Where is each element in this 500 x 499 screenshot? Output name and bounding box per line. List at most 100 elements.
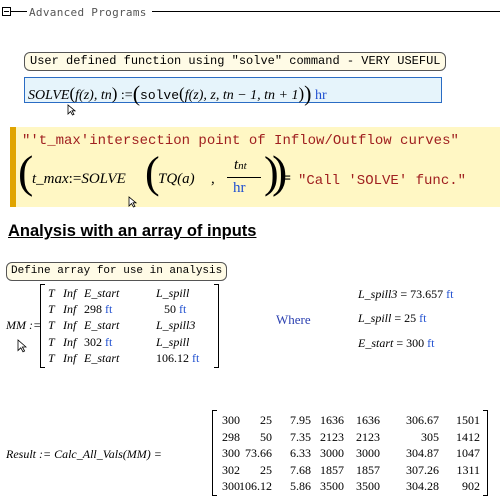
mm-cell-r0-c4-value: L_spill <box>156 286 190 300</box>
result-cell: 25 <box>260 462 272 477</box>
definitions-list[interactable]: L_spill3 = 73.657 ft L_spill = 25 ft E_sta… <box>358 285 500 355</box>
definition-2[interactable]: E_start = 300 ft <box>358 336 434 351</box>
result-cell: 25 <box>260 413 272 427</box>
result-cell: 1047 <box>456 446 480 461</box>
mouse-cursor-icon <box>17 339 27 353</box>
mm-cell-r1-c1-value: T <box>48 302 55 317</box>
solve-def-name: SOLVE <box>28 88 70 103</box>
mm-cell-r1-c4-value: 50 <box>164 302 176 317</box>
mm-cell-r4-c3: E_start <box>84 351 119 366</box>
region-collapse-toggle[interactable] <box>2 7 11 16</box>
tmax-frac-den: hr <box>233 180 246 196</box>
def-unit: ft <box>424 336 435 350</box>
mm-cell-r2-c1-value: T <box>48 318 55 333</box>
tmax-frac-num-sub: nt <box>238 160 247 172</box>
mm-cell-r1-c2-value: Inf <box>63 302 77 317</box>
result-cell: 300 <box>222 413 240 427</box>
result-cell: 106.12 <box>239 479 272 494</box>
result-cell: 2123 <box>356 429 380 444</box>
result-cell: 1636 <box>356 413 380 427</box>
result-cell: 6.33 <box>290 446 311 461</box>
result-cell: 3000 <box>320 446 344 461</box>
mm-cell-r3-c2-value: Inf <box>63 334 77 349</box>
result-cell: 305 <box>421 429 439 444</box>
mm-cell-r4-c1-value: T <box>48 350 55 365</box>
result-cell: 300 <box>222 479 240 494</box>
mm-cell-r4-c4-unit: ft <box>189 350 200 365</box>
def-value: 73.657 <box>410 287 444 301</box>
result-cell: 1412 <box>456 429 480 444</box>
mm-label: MM := <box>6 318 42 332</box>
mm-cell-r3-c4: L_spill <box>156 335 189 350</box>
mm-cell-r2-c1: T <box>48 318 55 333</box>
def-equals: = <box>391 311 405 325</box>
mm-cell-r3-c1-value: T <box>48 334 55 349</box>
mm-cell-r1-c1: T <box>48 302 55 317</box>
result-cell: 50 <box>260 429 272 444</box>
tmax-equals: = <box>282 170 292 187</box>
mm-cell-r1-c3-unit: ft <box>102 302 113 317</box>
mouse-cursor-icon <box>67 104 76 116</box>
mm-cell-r3-c1: T <box>48 335 55 350</box>
solve-def-assign: := <box>120 88 133 103</box>
mm-cell-r2-c4-value: L_spill3 <box>156 318 196 333</box>
result-cell: 304.28 <box>406 479 439 494</box>
solve-definition[interactable]: SOLVE(f(z), tn) :=(solve(f(z), z, tn − 1… <box>24 77 442 106</box>
def-unit: ft <box>443 287 454 301</box>
tmax-comment: "'t_max'intersection point of Inflow/Out… <box>22 133 459 149</box>
mm-cell-r3-c3: 302 ft <box>84 335 112 350</box>
result-cell: 304.87 <box>406 446 439 461</box>
definition-1[interactable]: L_spill = 25 ft <box>358 311 426 326</box>
result-cell: 902 <box>462 479 480 494</box>
mm-cell-r4-c2-value: Inf <box>63 350 77 365</box>
mm-cell-r1-c4: 50 ft <box>164 302 186 317</box>
mm-matrix[interactable]: T Inf E_start L_spill T Inf 298 ft 50 ft T Inf E_s… <box>46 285 214 367</box>
mm-cell-r0-c1-value: T <box>48 286 55 300</box>
result-label: Result := Calc_All_Vals(MM) = <box>6 447 162 461</box>
solve-def-unit: hr <box>315 88 327 103</box>
mm-cell-r0-c2-value: Inf <box>63 286 77 300</box>
mm-cell-r2-c3-value: E_start <box>84 318 120 333</box>
solve-def-args: f(z), tn <box>75 88 112 103</box>
mouse-cursor-icon <box>128 196 137 208</box>
solve-def-fn-args: f(z), z, tn − 1, tn + 1 <box>184 88 299 103</box>
definition-0[interactable]: L_spill3 = 73.657 ft <box>358 287 453 302</box>
result-cell: 298 <box>222 429 240 444</box>
region-title[interactable]: Advanced Programs <box>29 6 147 19</box>
tmax-var: t_max <box>32 171 69 187</box>
mm-cell-r1-c2: Inf <box>63 302 76 317</box>
define-array-note[interactable]: Define array for use in analysis <box>6 262 228 281</box>
result-cell: 1857 <box>320 462 344 477</box>
region-divider-left <box>11 11 27 12</box>
mm-cell-r0-c3: E_start <box>84 286 119 301</box>
tmax-block[interactable]: "'t_max'intersection point of Inflow/Out… <box>10 127 500 208</box>
mm-cell-r1-c3-value: 298 <box>84 302 102 317</box>
result-cell: 7.35 <box>290 429 311 444</box>
mm-cell-r0-c4: L_spill <box>156 286 189 301</box>
result-cell: 7.95 <box>290 413 311 427</box>
where-label: Where <box>276 312 311 327</box>
result-cell: 1311 <box>456 462 480 477</box>
result-cell: 5.86 <box>290 479 311 494</box>
solve-def-fn: solve <box>140 88 180 103</box>
mm-cell-r3-c3-value: 302 <box>84 334 102 349</box>
result-matrix[interactable]: 300 25 7.95 1636 1636 306.67 1501 298 50 7.35 2123… <box>216 410 484 496</box>
def-value: 300 <box>406 336 425 350</box>
result-cell: 1857 <box>356 462 380 477</box>
mm-cell-r0-c1: T <box>48 286 55 301</box>
def-name: E_start <box>358 336 394 350</box>
def-equals: = <box>393 336 407 350</box>
result-cell: 3500 <box>320 479 344 494</box>
mm-cell-r3-c2: Inf <box>63 335 76 350</box>
mm-cell-r2-c3: E_start <box>84 318 119 333</box>
solve-note[interactable]: User defined function using "solve" comm… <box>24 52 447 71</box>
mm-cell-r2-c2: Inf <box>63 318 76 333</box>
result-cell: 307.26 <box>406 462 439 477</box>
mm-bracket-left <box>40 284 45 368</box>
tmax-call: SOLVE <box>81 171 126 187</box>
mm-cell-r1-c4-unit: ft <box>176 302 187 317</box>
mm-cell-r1-c3: 298 ft <box>84 302 112 317</box>
def-value: 25 <box>404 311 417 325</box>
result-cell: 306.67 <box>406 413 439 427</box>
result-cell: 302 <box>222 462 240 477</box>
